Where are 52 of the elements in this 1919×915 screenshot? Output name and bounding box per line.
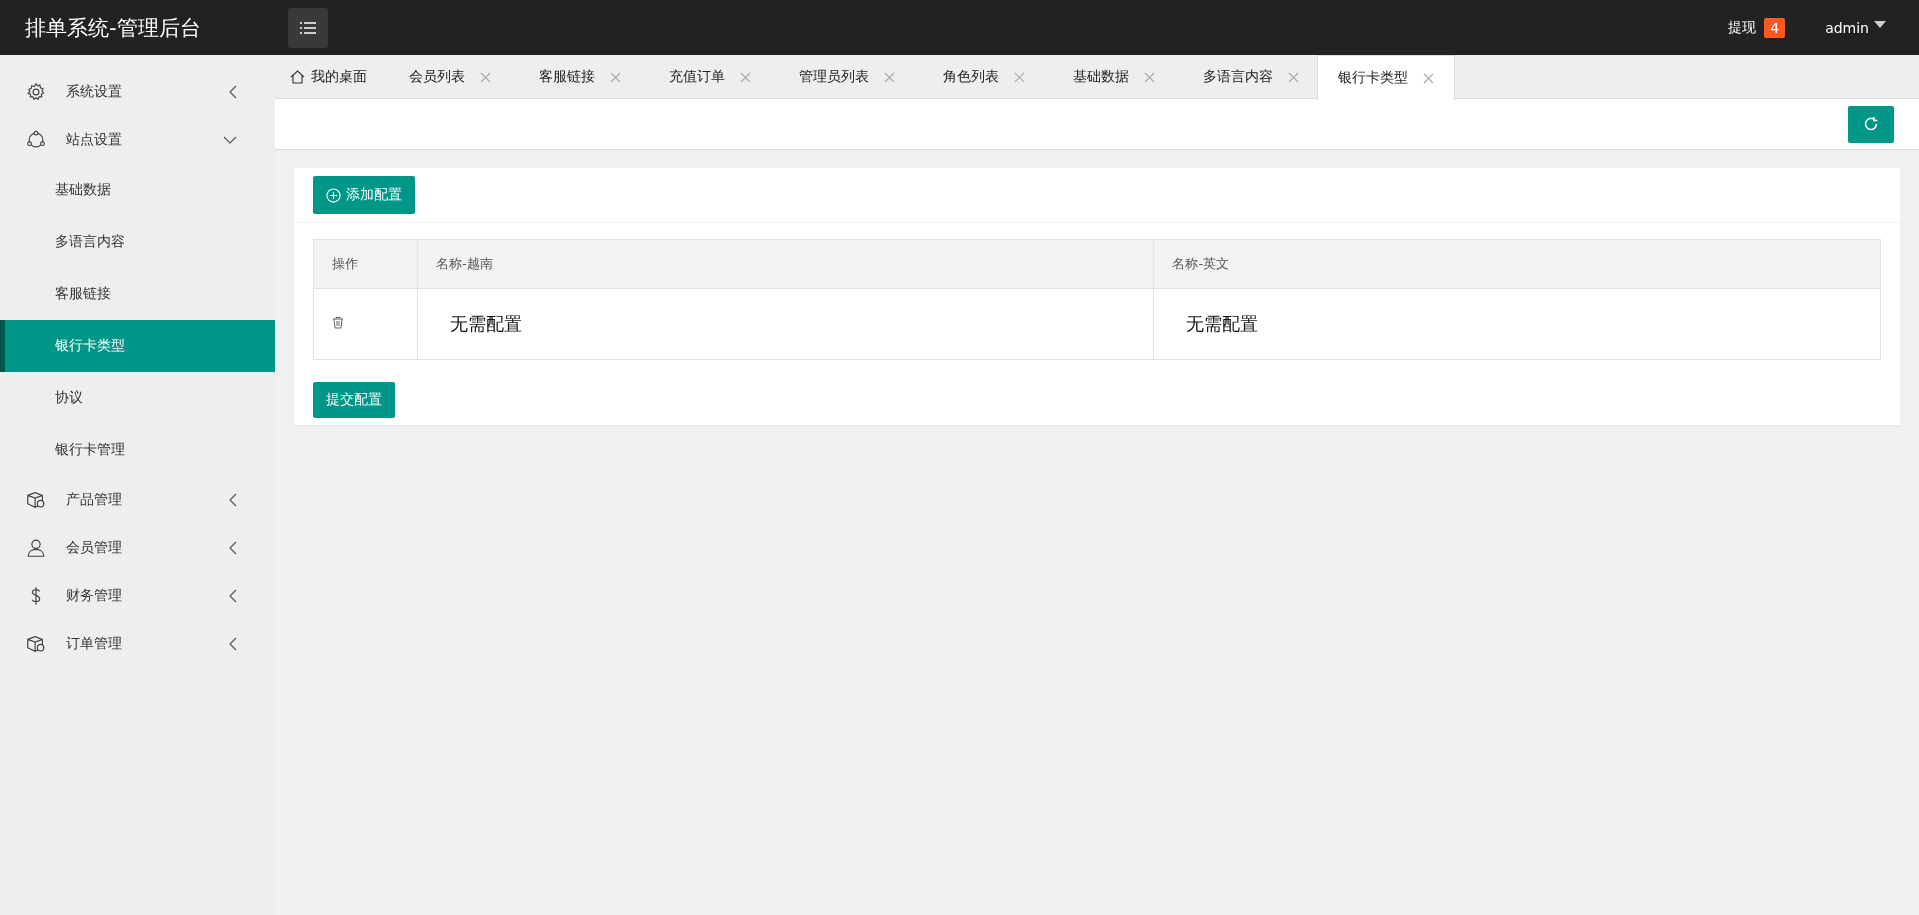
sidebar-subitem[interactable]: 客服链接	[0, 268, 275, 320]
refresh-button[interactable]	[1848, 105, 1894, 143]
sidebar-subitem[interactable]: 多语言内容	[0, 216, 275, 268]
menu-icon	[300, 21, 316, 34]
plus-circle-icon	[326, 187, 341, 203]
column-header: 名称-越南	[417, 239, 1154, 289]
sidebar-item[interactable]: 订单管理	[0, 620, 275, 668]
close-icon[interactable]	[740, 71, 751, 83]
sidebar-subitem[interactable]: 银行卡管理	[0, 424, 275, 476]
tab[interactable]: 银行卡类型	[1317, 55, 1455, 100]
tab[interactable]: 我的桌面	[275, 55, 379, 99]
withdraw-link[interactable]: 提现	[1728, 18, 1757, 37]
close-icon[interactable]	[884, 71, 895, 83]
close-icon[interactable]	[480, 71, 491, 83]
close-icon[interactable]	[1014, 71, 1025, 83]
sidebar-item[interactable]: 系统设置	[0, 68, 275, 116]
tab[interactable]: 客服链接	[509, 55, 639, 99]
sidebar-subitem[interactable]: 基础数据	[0, 164, 275, 216]
user-icon	[25, 537, 47, 559]
column-header: 操作	[313, 239, 418, 289]
refresh-icon	[1863, 116, 1879, 132]
table-cell: 无需配置	[417, 288, 1154, 360]
column-header: 名称-英文	[1154, 239, 1881, 289]
close-icon[interactable]	[1288, 71, 1299, 83]
sidebar-subitem[interactable]: 协议	[0, 372, 275, 424]
submit-config-button[interactable]: 提交配置	[313, 382, 395, 418]
tab[interactable]: 管理员列表	[769, 55, 913, 99]
menu-button[interactable]	[288, 7, 328, 48]
user-menu[interactable]: admin	[1825, 19, 1869, 36]
sidebar-item[interactable]: 会员管理	[0, 524, 275, 572]
sidebar-item[interactable]: 产品管理	[0, 476, 275, 524]
box-icon	[25, 489, 47, 511]
settings-icon	[25, 81, 47, 103]
tab[interactable]: 基础数据	[1043, 55, 1173, 99]
sidebar-item[interactable]: 财务管理	[0, 572, 275, 620]
home-icon	[290, 70, 305, 84]
tab[interactable]: 会员列表	[379, 55, 509, 99]
close-icon[interactable]	[1144, 71, 1155, 83]
trash-icon[interactable]	[332, 316, 344, 329]
box-icon	[25, 633, 47, 655]
tab[interactable]: 角色列表	[913, 55, 1043, 99]
sidebar-subitem[interactable]: 银行卡类型	[0, 320, 275, 372]
add-config-button[interactable]: 添加配置	[313, 176, 415, 214]
app-title: 排单系统-管理后台	[25, 14, 202, 42]
table-cell: 无需配置	[1154, 288, 1881, 360]
tab[interactable]: 充值订单	[639, 55, 769, 99]
sidebar-item[interactable]: 站点设置	[0, 116, 275, 164]
tab[interactable]: 多语言内容	[1173, 55, 1317, 99]
caret-icon	[1874, 21, 1886, 28]
close-icon[interactable]	[1423, 72, 1434, 84]
count-badge: 4	[1764, 17, 1786, 38]
close-icon[interactable]	[610, 71, 621, 83]
